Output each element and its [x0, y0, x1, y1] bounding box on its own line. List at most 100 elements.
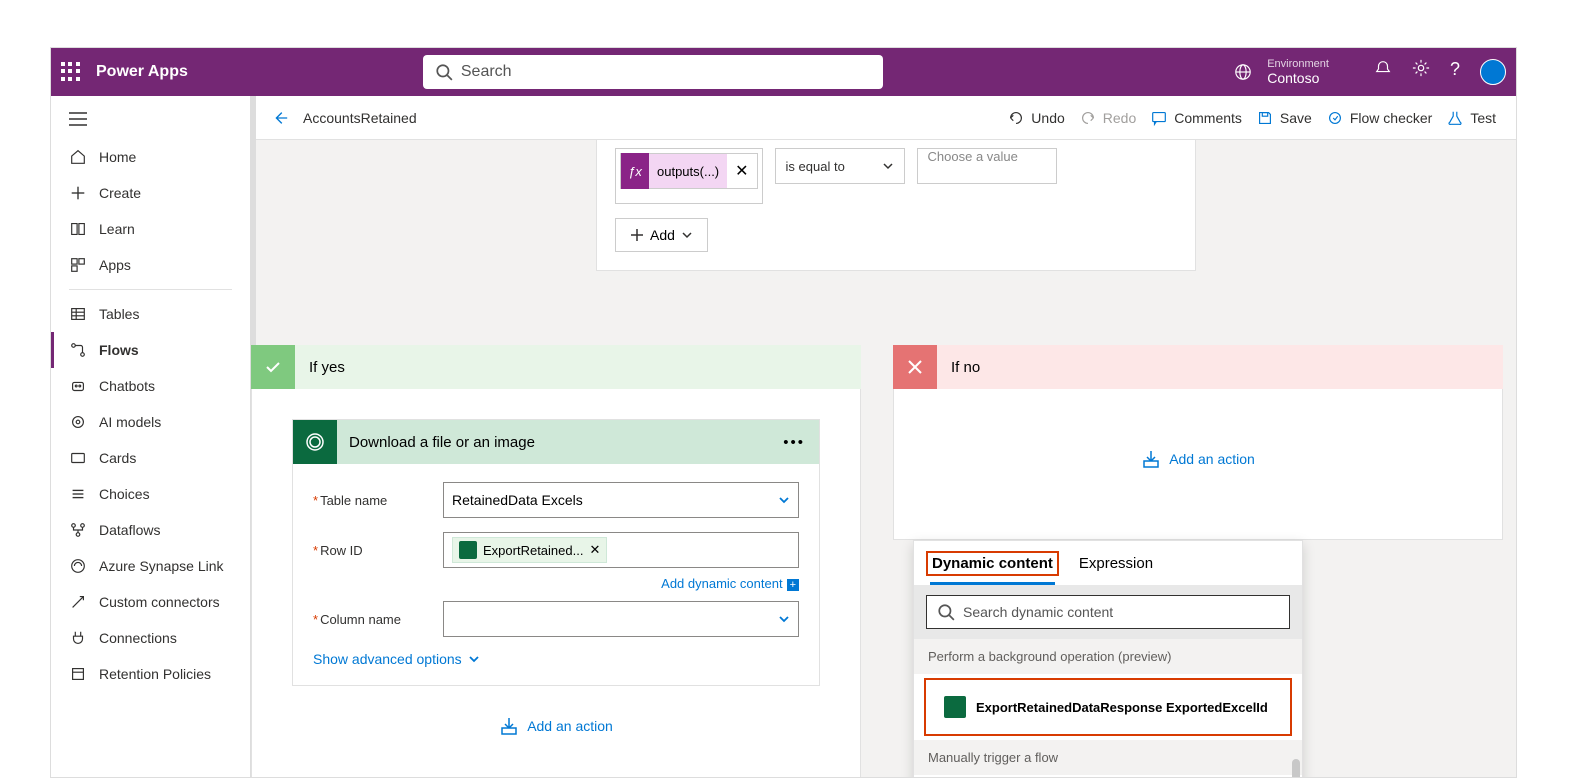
- add-condition-button[interactable]: Add: [615, 218, 708, 252]
- nav-connections[interactable]: Connections: [51, 620, 250, 656]
- retention-icon: [69, 665, 87, 683]
- condition-value[interactable]: Choose a value: [917, 148, 1057, 184]
- user-avatar[interactable]: [1480, 59, 1506, 85]
- comments-button[interactable]: Comments: [1150, 109, 1242, 127]
- nav-cards[interactable]: Cards: [51, 440, 250, 476]
- brand-title: Power Apps: [96, 63, 188, 81]
- nav-retention[interactable]: Retention Policies: [51, 656, 250, 692]
- close-icon: [893, 345, 937, 389]
- search-placeholder: Search: [461, 63, 512, 81]
- remove-fx-icon[interactable]: ✕: [727, 161, 756, 181]
- app-launcher-icon[interactable]: [61, 62, 81, 82]
- table-icon: [69, 305, 87, 323]
- chevron-down-icon: [468, 653, 480, 665]
- if-yes-branch: If yes Download a file or an image ••• *…: [251, 345, 861, 777]
- nav-label: Tables: [99, 306, 139, 322]
- nav-home[interactable]: Home: [51, 139, 250, 175]
- expression-tab[interactable]: Expression: [1079, 555, 1153, 585]
- dynamic-content-chip[interactable]: ExportRetained...✕: [452, 537, 607, 563]
- search-input[interactable]: Search: [423, 55, 883, 89]
- row-id-input[interactable]: ExportRetained...✕: [443, 532, 799, 568]
- panel-scrollbar[interactable]: [1292, 759, 1300, 777]
- cards-icon: [69, 449, 87, 467]
- notifications-icon[interactable]: [1374, 59, 1392, 77]
- condition-left-value[interactable]: ƒx outputs(...) ✕: [620, 153, 758, 189]
- show-advanced-link[interactable]: Show advanced options: [313, 651, 799, 667]
- dataverse-icon: [944, 696, 966, 718]
- nav-choices[interactable]: Choices: [51, 476, 250, 512]
- nav-label: Create: [99, 185, 141, 201]
- help-icon[interactable]: ?: [1450, 59, 1460, 85]
- dynamic-search-input[interactable]: Search dynamic content: [926, 595, 1290, 629]
- nav-apps[interactable]: Apps: [51, 247, 250, 283]
- nav-ai-models[interactable]: AI models: [51, 404, 250, 440]
- fx-icon: ƒx: [621, 153, 649, 189]
- undo-icon: [1007, 109, 1025, 127]
- chevron-down-icon: [778, 494, 790, 506]
- nav-label: AI models: [99, 414, 161, 430]
- fx-label: outputs(...): [649, 154, 727, 188]
- nav-label: Chatbots: [99, 378, 155, 394]
- chatbot-icon: [69, 377, 87, 395]
- nav-create[interactable]: Create: [51, 175, 250, 211]
- chevron-down-icon: [778, 613, 790, 625]
- add-action-link[interactable]: Add an action: [934, 449, 1462, 469]
- dynamic-item-exported-excel-id[interactable]: ExportRetainedDataResponse ExportedExcel…: [930, 686, 1286, 728]
- nav-label: Choices: [99, 486, 150, 502]
- nav-label: Retention Policies: [99, 666, 211, 682]
- flow-icon: [69, 341, 87, 359]
- save-icon: [1256, 109, 1274, 127]
- nav-learn[interactable]: Learn: [51, 211, 250, 247]
- dynamic-section-header: Manually trigger a flow: [914, 740, 1302, 775]
- command-bar: AccountsRetained Undo Redo Comments Save…: [251, 96, 1516, 140]
- branch-label: If no: [951, 359, 980, 376]
- action-title: Download a file or an image: [349, 434, 535, 451]
- list-icon: [69, 485, 87, 503]
- back-icon[interactable]: [271, 109, 289, 127]
- if-no-header[interactable]: If no: [893, 345, 1503, 389]
- column-name-input[interactable]: [443, 601, 799, 637]
- nav-label: Apps: [99, 257, 131, 273]
- if-yes-header[interactable]: If yes: [251, 345, 861, 389]
- save-button[interactable]: Save: [1256, 109, 1312, 127]
- add-action-icon: [499, 716, 519, 736]
- hamburger-icon[interactable]: [51, 104, 250, 139]
- settings-icon[interactable]: [1412, 59, 1430, 77]
- test-button[interactable]: Test: [1446, 109, 1496, 127]
- nav-flows[interactable]: Flows: [51, 332, 250, 368]
- nav-chatbots[interactable]: Chatbots: [51, 368, 250, 404]
- nav-synapse[interactable]: Azure Synapse Link: [51, 548, 250, 584]
- nav-label: Home: [99, 149, 136, 165]
- dynamic-content-tab[interactable]: Dynamic content: [930, 555, 1055, 585]
- redo-button[interactable]: Redo: [1079, 109, 1136, 127]
- comments-icon: [1150, 109, 1168, 127]
- add-dynamic-content-link[interactable]: Add dynamic content+: [313, 576, 799, 591]
- test-icon: [1446, 109, 1464, 127]
- environment-label: Environment: [1267, 58, 1329, 70]
- nav-label: Learn: [99, 221, 135, 237]
- sidebar: Home Create Learn Apps Tables Flows Chat…: [51, 96, 251, 777]
- undo-button[interactable]: Undo: [1007, 109, 1064, 127]
- action-header[interactable]: Download a file or an image •••: [293, 420, 819, 464]
- add-dynamic-badge-icon: +: [787, 579, 799, 591]
- table-name-input[interactable]: RetainedData Excels: [443, 482, 799, 518]
- dynamic-item-username[interactable]: User name The display name of the user w…: [914, 775, 1302, 777]
- redo-icon: [1079, 109, 1097, 127]
- condition-card: ƒx outputs(...) ✕ is equal to Choose a v…: [596, 140, 1196, 271]
- add-action-link[interactable]: Add an action: [292, 716, 820, 736]
- nav-dataflows[interactable]: Dataflows: [51, 512, 250, 548]
- nav-tables[interactable]: Tables: [51, 296, 250, 332]
- table-name-label: *Table name: [313, 493, 443, 508]
- apps-icon: [69, 256, 87, 274]
- dataflow-icon: [69, 521, 87, 539]
- if-no-branch: If no Add an action: [893, 345, 1503, 540]
- nav-connectors[interactable]: Custom connectors: [51, 584, 250, 620]
- plus-icon: [69, 184, 87, 202]
- checker-icon: [1326, 109, 1344, 127]
- flow-checker-button[interactable]: Flow checker: [1326, 109, 1432, 127]
- condition-operator[interactable]: is equal to: [775, 148, 905, 184]
- environment-picker[interactable]: Environment Contoso: [1267, 58, 1329, 86]
- environment-icon: [1234, 63, 1252, 81]
- more-icon[interactable]: •••: [783, 434, 805, 451]
- remove-chip-icon[interactable]: ✕: [589, 542, 600, 558]
